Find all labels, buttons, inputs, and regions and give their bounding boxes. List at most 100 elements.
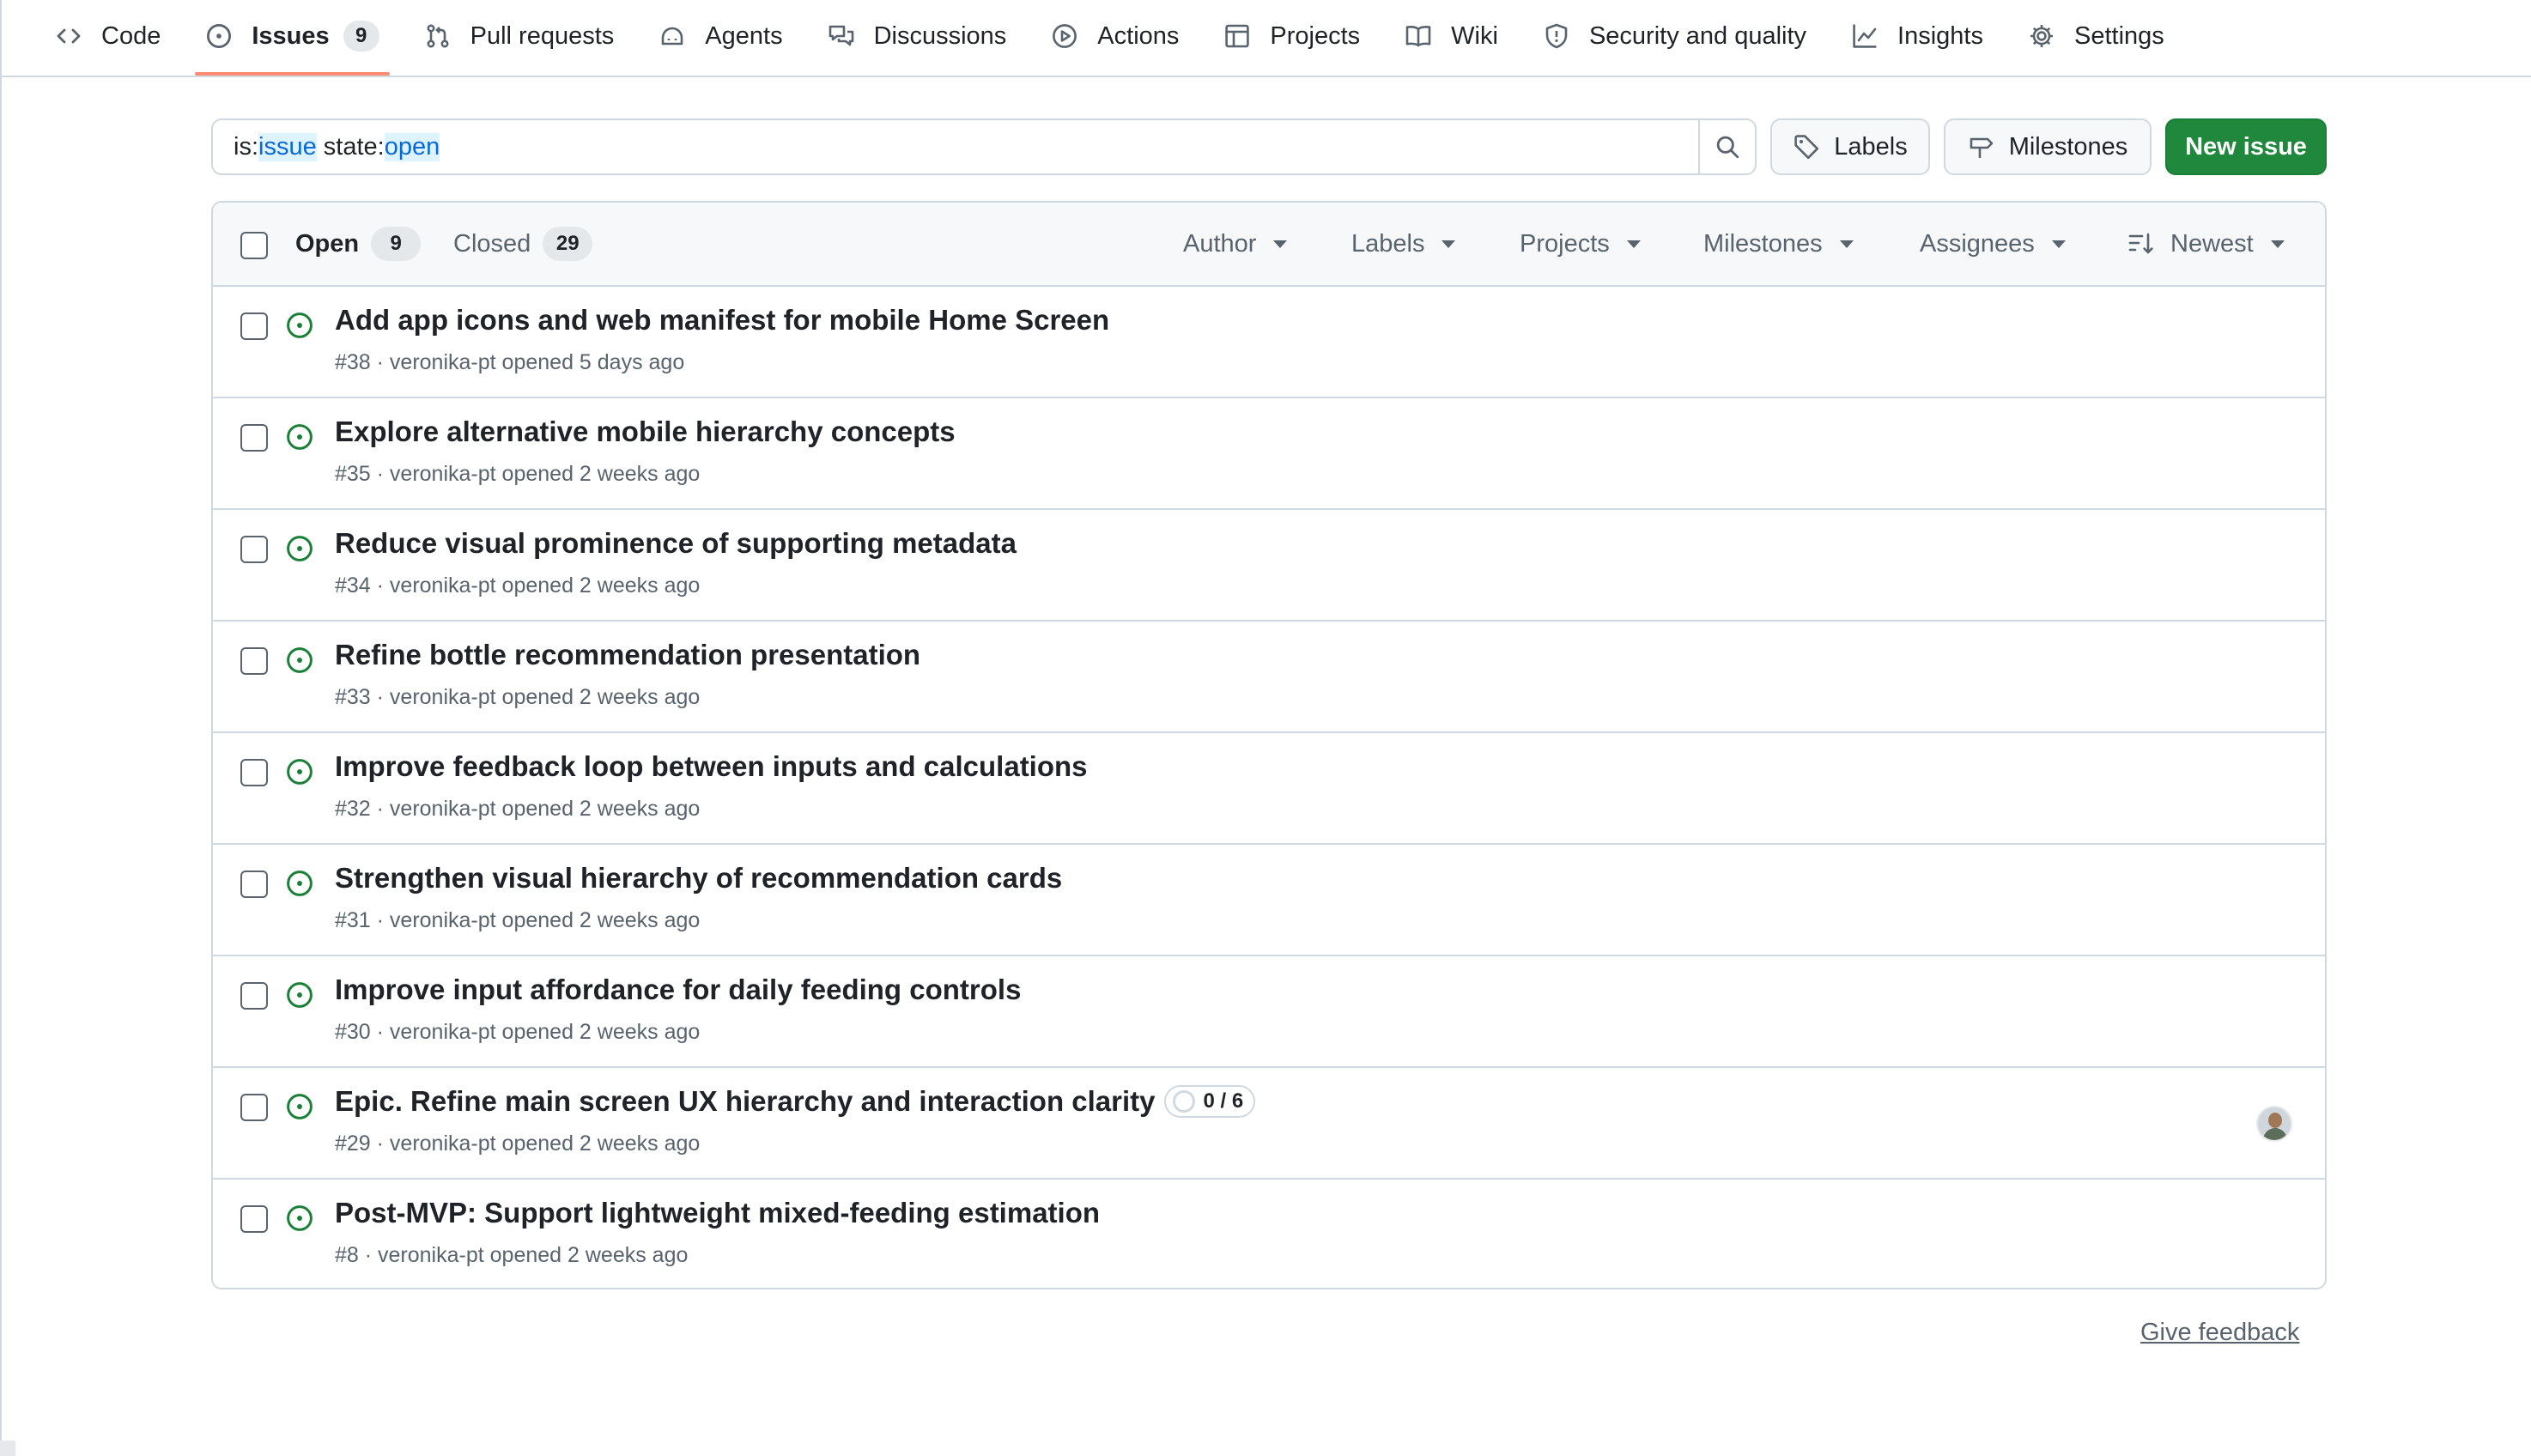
issue-title: Refine bottle recommendation presentatio… [335, 639, 921, 670]
window-corner [0, 1441, 15, 1456]
issue-row[interactable]: Add app icons and web manifest for mobil… [213, 287, 2325, 398]
issue-rows: Add app icons and web manifest for mobil… [213, 287, 2325, 1288]
issue-meta: #32 · veronika-pt opened 2 weeks ago [335, 797, 701, 821]
tab-projects[interactable]: Projects [1206, 0, 1377, 72]
sort-desc-icon [2128, 233, 2153, 254]
search-input[interactable]: is: issue state: open [213, 120, 1698, 173]
tab-code[interactable]: Code [38, 0, 178, 72]
issue-select-checkbox[interactable] [240, 312, 268, 340]
issue-title-link[interactable]: Improve feedback loop between inputs and… [335, 750, 1088, 783]
issue-row[interactable]: Explore alternative mobile hierarchy con… [213, 398, 2325, 510]
agent-icon [661, 27, 683, 46]
issue-select-checkbox[interactable] [240, 982, 268, 1010]
open-issues-label: Open [295, 229, 360, 258]
issue-opened-icon [285, 1204, 314, 1233]
closed-issues-tab[interactable]: Closed 29 [453, 203, 593, 285]
shield-icon [1545, 23, 1568, 49]
issue-title-link[interactable]: Refine bottle recommendation presentatio… [335, 639, 920, 671]
assignees-filter-label: Assignees [1920, 229, 2035, 258]
caret-down-icon [1626, 240, 1641, 248]
tab-insights[interactable]: Insights [1834, 0, 2000, 72]
tab-settings[interactable]: Settings [2011, 0, 2182, 72]
issue-title-link[interactable]: Reduce visual prominence of supporting m… [335, 527, 1017, 560]
tag-icon [1794, 135, 1819, 160]
new-issue-button-label: New issue [2185, 132, 2307, 161]
select-all-checkbox[interactable] [240, 232, 268, 259]
git-pull-request-icon [427, 24, 449, 48]
tab-actions[interactable]: Actions [1034, 0, 1196, 72]
issue-opened-icon [285, 980, 314, 1010]
issue-meta: #31 · veronika-pt opened 2 weeks ago [335, 908, 701, 932]
tab-discussions[interactable]: Discussions [810, 0, 1024, 72]
tab-code-label: Code [101, 21, 161, 50]
issue-row[interactable]: Improve input affordance for daily feedi… [213, 956, 2325, 1068]
issue-row[interactable]: Refine bottle recommendation presentatio… [213, 622, 2325, 733]
issue-meta: #35 · veronika-pt opened 2 weeks ago [335, 462, 701, 486]
new-issue-button[interactable]: New issue [2165, 118, 2327, 175]
milestone-icon [1970, 137, 1993, 158]
issue-select-checkbox[interactable] [240, 1205, 268, 1233]
issue-select-checkbox[interactable] [240, 1094, 268, 1121]
search-button[interactable] [1698, 120, 1755, 173]
issue-title-link[interactable]: Epic. Refine main screen UX hierarchy an… [335, 1085, 1256, 1118]
tab-projects-label: Projects [1270, 21, 1361, 50]
issue-select-checkbox[interactable] [240, 759, 268, 786]
issue-title-link[interactable]: Explore alternative mobile hierarchy con… [335, 416, 956, 448]
milestones-button-label: Milestones [2008, 132, 2128, 161]
repo-nav: Code Issues 9 Pull requests Agents Discu… [0, 0, 2531, 77]
caret-down-icon [1442, 240, 1456, 248]
issue-title: Post-MVP: Support lightweight mixed-feed… [335, 1197, 1101, 1228]
issue-title-link[interactable]: Add app icons and web manifest for mobil… [335, 304, 1109, 337]
tab-issues[interactable]: Issues 9 [188, 0, 396, 76]
open-issues-tab[interactable]: Open 9 [295, 203, 422, 285]
tab-actions-label: Actions [1097, 21, 1180, 50]
projects-filter[interactable]: Projects [1520, 203, 1641, 285]
issue-meta: #38 · veronika-pt opened 5 days ago [335, 350, 685, 374]
sub-issues-progress[interactable]: 0 / 6 [1163, 1085, 1256, 1118]
tab-wiki[interactable]: Wiki [1387, 0, 1515, 72]
issue-select-checkbox[interactable] [240, 647, 268, 675]
issues-list: Open 9 Closed 29 Author Labels Projects … [211, 201, 2327, 1289]
gear-icon [2030, 25, 2053, 47]
query-qualifier-state: state: [316, 132, 385, 161]
labels-button[interactable]: Labels [1770, 118, 1930, 175]
issue-meta: #34 · veronika-pt opened 2 weeks ago [335, 573, 701, 598]
issue-row[interactable]: Strengthen visual hierarchy of recommend… [213, 845, 2325, 956]
author-filter[interactable]: Author [1183, 203, 1288, 285]
issue-row[interactable]: Improve feedback loop between inputs and… [213, 733, 2325, 845]
milestones-filter[interactable]: Milestones [1703, 203, 1854, 285]
issue-row[interactable]: Reduce visual prominence of supporting m… [213, 510, 2325, 622]
issues-list-header: Open 9 Closed 29 Author Labels Projects … [213, 203, 2325, 287]
issue-opened-icon [285, 1092, 314, 1121]
issue-row[interactable]: Epic. Refine main screen UX hierarchy an… [213, 1068, 2325, 1180]
issue-title: Strengthen visual hierarchy of recommend… [335, 862, 1063, 894]
sort-label: Newest [2170, 229, 2254, 258]
search-icon [1716, 136, 1739, 159]
tab-pull-requests[interactable]: Pull requests [407, 0, 632, 72]
issues-count-badge: 9 [343, 21, 379, 52]
issue-title: Improve feedback loop between inputs and… [335, 750, 1088, 782]
table-icon [1225, 24, 1250, 48]
comment-discussion-icon [828, 25, 853, 46]
issue-title-link[interactable]: Strengthen visual hierarchy of recommend… [335, 862, 1062, 895]
milestones-filter-label: Milestones [1703, 229, 1823, 258]
issue-select-checkbox[interactable] [240, 536, 268, 563]
tab-agents[interactable]: Agents [641, 0, 799, 72]
query-value-issue: issue [258, 132, 317, 161]
issue-title-link[interactable]: Post-MVP: Support lightweight mixed-feed… [335, 1197, 1100, 1229]
assignee-avatar[interactable] [2256, 1106, 2292, 1142]
issue-select-checkbox[interactable] [240, 871, 268, 898]
tab-security[interactable]: Security and quality [1526, 0, 1824, 72]
tab-wiki-label: Wiki [1451, 21, 1498, 50]
labels-filter[interactable]: Labels [1351, 203, 1456, 285]
give-feedback-link[interactable]: Give feedback [2140, 1319, 2299, 1347]
issue-row[interactable]: Post-MVP: Support lightweight mixed-feed… [213, 1180, 2325, 1288]
sort-dropdown[interactable]: Newest [2127, 203, 2285, 285]
issue-title: Epic. Refine main screen UX hierarchy an… [335, 1085, 1156, 1117]
tab-discussions-label: Discussions [873, 21, 1007, 50]
issue-select-checkbox[interactable] [240, 424, 268, 452]
milestones-button[interactable]: Milestones [1944, 118, 2152, 175]
issue-title-link[interactable]: Improve input affordance for daily feedi… [335, 974, 1021, 1006]
assignees-filter[interactable]: Assignees [1920, 203, 2066, 285]
issue-meta: #8 · veronika-pt opened 2 weeks ago [335, 1243, 689, 1267]
